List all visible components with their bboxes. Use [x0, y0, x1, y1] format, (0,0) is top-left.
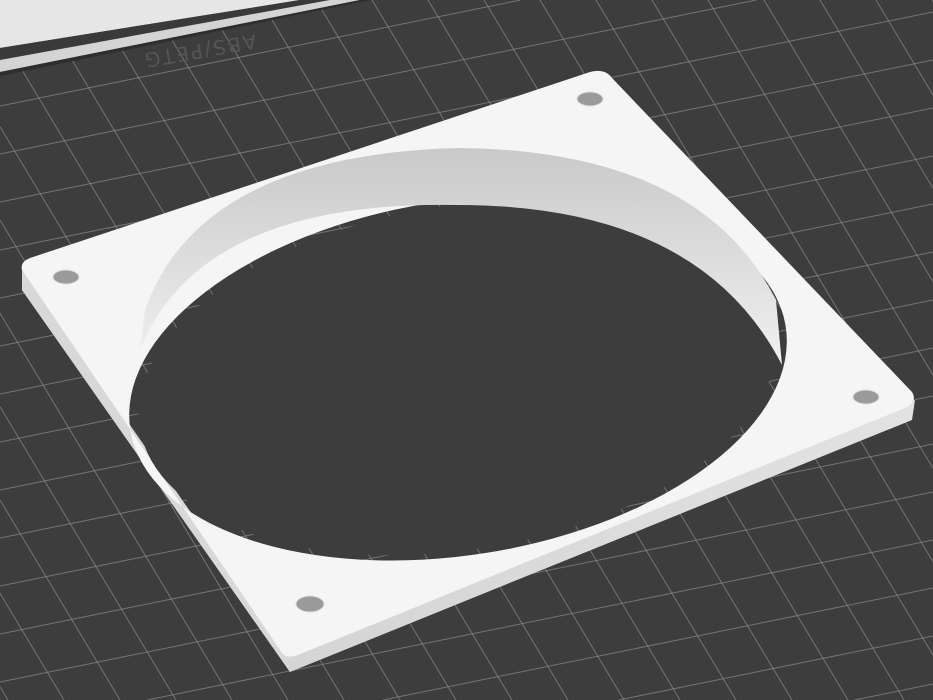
- 3d-viewport[interactable]: ABS/PETG: [0, 0, 933, 700]
- grid-line: [0, 686, 9, 700]
- mount-hole: [576, 91, 604, 107]
- grid-line: [854, 683, 933, 700]
- mount-hole: [52, 269, 80, 285]
- grid-line: [0, 593, 65, 700]
- grid-line: [382, 587, 933, 700]
- scene: ABS/PETG: [0, 0, 933, 700]
- grid-line: [819, 0, 933, 189]
- mount-hole: [852, 389, 880, 405]
- mount-hole: [295, 595, 325, 613]
- bed-edge: ABS/PETG: [0, 0, 370, 76]
- fan-adapter-model[interactable]: [21, 70, 915, 672]
- grid-line: [618, 635, 933, 700]
- grid-line: [763, 0, 933, 282]
